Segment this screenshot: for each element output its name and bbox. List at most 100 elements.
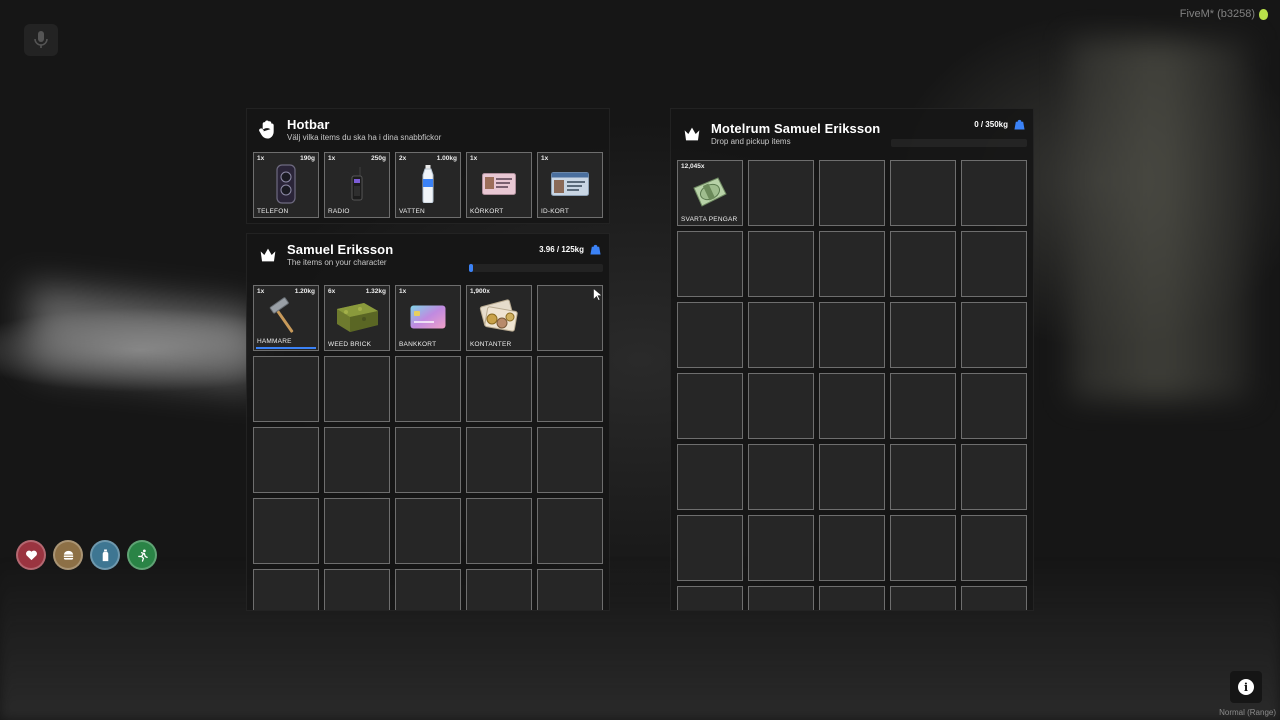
player-slot-empty[interactable] <box>537 427 603 493</box>
player-slot-empty[interactable] <box>466 498 532 564</box>
player-slot-empty[interactable] <box>537 498 603 564</box>
player-slot-empty[interactable] <box>395 569 461 610</box>
motel-slot-empty[interactable] <box>961 444 1027 510</box>
hotbar-slot-water[interactable]: 2x 1.00kg VATTEN <box>395 152 461 218</box>
player-slot-cash[interactable]: 1,900x KONTANTER <box>466 285 532 351</box>
player-name-title: Samuel Eriksson <box>287 242 394 257</box>
motel-slot-empty[interactable] <box>890 444 956 510</box>
motel-slot-empty[interactable] <box>961 160 1027 226</box>
player-slot-empty[interactable] <box>253 569 319 610</box>
player-slot-empty[interactable] <box>324 356 390 422</box>
item-quantity: 1x <box>470 155 478 162</box>
hotbar-slot-phone[interactable]: 1x 190g TELEFON <box>253 152 319 218</box>
thirst-icon <box>90 540 120 570</box>
motel-slot-empty[interactable] <box>961 586 1027 610</box>
motel-slot-empty[interactable] <box>961 302 1027 368</box>
crown-hand-icon <box>684 127 700 141</box>
item-weight: 1.32kg <box>365 288 386 295</box>
health-icon <box>16 540 46 570</box>
player-slot-empty[interactable] <box>324 569 390 610</box>
status-hud <box>16 540 157 570</box>
player-slot-empty[interactable] <box>253 498 319 564</box>
motel-slot-empty[interactable] <box>748 373 814 439</box>
player-slot-empty[interactable] <box>253 356 319 422</box>
player-weight-fill <box>469 264 474 272</box>
microphone-icon <box>24 24 58 56</box>
item-quantity: 1x <box>328 155 336 162</box>
motel-slot-empty[interactable] <box>819 444 885 510</box>
hotbar-slot-license[interactable]: 1x KÖRKORT <box>466 152 532 218</box>
player-slot-empty[interactable] <box>395 498 461 564</box>
player-weight-display: 3.96 / 125kg <box>539 244 601 255</box>
hand-icon <box>259 120 274 139</box>
brand-text: FiveM* (b3258) <box>1179 8 1255 20</box>
motel-slot-empty[interactable] <box>748 160 814 226</box>
hotbar-slot-radio[interactable]: 1x 250g RADIO <box>324 152 390 218</box>
item-quantity: 1x <box>541 155 549 162</box>
player-slot-bankcard[interactable]: 1x BANKKORT <box>395 285 461 351</box>
motel-slot-empty[interactable] <box>819 586 885 610</box>
motel-slot-empty[interactable] <box>961 515 1027 581</box>
motel-slot-empty[interactable] <box>677 231 743 297</box>
id-card-icon <box>551 171 589 196</box>
player-slot-empty[interactable] <box>537 569 603 610</box>
item-label: WEED BRICK <box>328 341 372 348</box>
motel-slot-empty[interactable] <box>677 586 743 610</box>
item-label: ID-KORT <box>541 208 570 215</box>
motel-slot-empty[interactable] <box>677 444 743 510</box>
motel-slot-empty[interactable] <box>890 515 956 581</box>
motel-slot-empty[interactable] <box>890 160 956 226</box>
motel-slot-empty[interactable] <box>819 373 885 439</box>
motel-slot-empty[interactable] <box>748 444 814 510</box>
motel-slot-empty[interactable] <box>961 231 1027 297</box>
motel-slot-empty[interactable] <box>890 302 956 368</box>
fivem-logo-icon <box>1259 8 1268 20</box>
motel-slot-empty[interactable] <box>748 515 814 581</box>
input-mode-text: Normal (Range) <box>1219 708 1276 717</box>
item-quantity: 1,900x <box>470 288 490 295</box>
motel-slot-empty[interactable] <box>748 586 814 610</box>
item-label: RADIO <box>328 208 350 215</box>
motel-storage-subtitle: Drop and pickup items <box>711 137 791 146</box>
motel-slot-empty[interactable] <box>890 373 956 439</box>
hotbar-slot-idcard[interactable]: 1x ID-KORT <box>537 152 603 218</box>
motel-slot-empty[interactable] <box>819 160 885 226</box>
player-slot-empty[interactable] <box>253 427 319 493</box>
item-quantity: 2x <box>399 155 407 162</box>
motel-slot-empty[interactable] <box>890 231 956 297</box>
player-slot-empty[interactable] <box>537 356 603 422</box>
info-button[interactable]: i <box>1230 671 1262 703</box>
player-slot-empty[interactable] <box>395 356 461 422</box>
radio-icon <box>351 166 363 201</box>
player-slot-empty[interactable] <box>466 356 532 422</box>
item-label: TELEFON <box>257 208 289 215</box>
motel-slot-empty[interactable] <box>890 586 956 610</box>
player-slot-empty[interactable] <box>324 498 390 564</box>
weight-bag-icon <box>590 244 601 255</box>
motel-slot-blackmoney[interactable]: 12,045x SVARTA PENGAR <box>677 160 743 226</box>
motel-slot-empty[interactable] <box>677 302 743 368</box>
player-slot-empty[interactable] <box>466 569 532 610</box>
item-quantity: 12,045x <box>681 163 705 170</box>
motel-slot-empty[interactable] <box>819 231 885 297</box>
item-label: SVARTA PENGAR <box>681 216 738 223</box>
motel-slot-empty[interactable] <box>677 515 743 581</box>
item-quantity: 1x <box>399 288 407 295</box>
motel-slot-empty[interactable] <box>748 231 814 297</box>
hotbar-title: Hotbar <box>287 117 330 132</box>
motel-slot-empty[interactable] <box>819 515 885 581</box>
player-slot-empty[interactable] <box>395 427 461 493</box>
player-slot-hammer[interactable]: 1x 1.20kg HAMMARE <box>253 285 319 351</box>
player-slot-weed[interactable]: 6x 1.32kg WEED BRICK <box>324 285 390 351</box>
player-slot-empty[interactable] <box>324 427 390 493</box>
player-weight-bar <box>469 264 603 272</box>
motel-slot-empty[interactable] <box>819 302 885 368</box>
player-slot-empty[interactable] <box>466 427 532 493</box>
hotbar-grid: 1x 190g TELEFON 1x 250g RADIO 2x 1.00kg … <box>253 152 603 218</box>
motel-storage-title: Motelrum Samuel Eriksson <box>711 121 881 136</box>
motel-slot-empty[interactable] <box>748 302 814 368</box>
item-durability-bar <box>256 347 316 349</box>
motel-slot-empty[interactable] <box>961 373 1027 439</box>
motel-slot-empty[interactable] <box>677 373 743 439</box>
info-icon: i <box>1238 679 1254 695</box>
